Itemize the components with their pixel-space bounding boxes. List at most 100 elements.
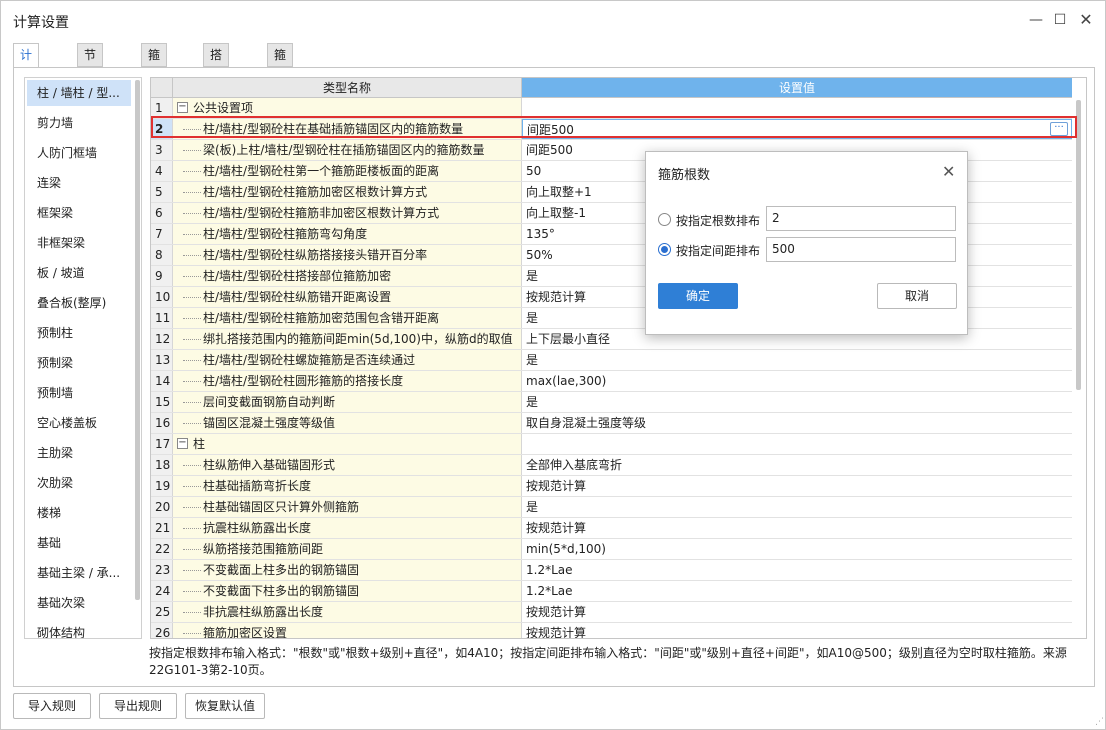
- sidebar-scrollbar[interactable]: [135, 80, 140, 600]
- row-setting-value[interactable]: 按规范计算: [522, 476, 1072, 496]
- row-setting-value[interactable]: 间距500 ···: [522, 119, 1072, 139]
- row-setting-value[interactable]: max(lae,300): [522, 371, 1072, 391]
- table-row[interactable]: 25 非抗震柱纵筋露出长度 按规范计算: [151, 602, 1072, 623]
- row-number: 21: [151, 518, 173, 538]
- import-rules-button[interactable]: 导入规则: [13, 693, 91, 719]
- row-type-name: 箍筋加密区设置: [173, 623, 522, 638]
- row-type-name: 不变截面上柱多出的钢筋锚固: [173, 560, 522, 580]
- row-type-name: 柱/墙柱/型钢砼柱螺旋箍筋是否连续通过: [173, 350, 522, 370]
- table-row[interactable]: 16 锚固区混凝土强度等级值 取自身混凝土强度等级: [151, 413, 1072, 434]
- ellipsis-button-icon[interactable]: ···: [1050, 122, 1068, 136]
- tree-line: [183, 297, 201, 298]
- table-row[interactable]: 19 柱基础插筋弯折长度 按规范计算: [151, 476, 1072, 497]
- dialog-cancel-button[interactable]: 取消: [877, 283, 957, 309]
- row-value-text: 取自身混凝土强度等级: [526, 416, 647, 430]
- table-row[interactable]: 26 箍筋加密区设置 按规范计算: [151, 623, 1072, 638]
- table-row[interactable]: 24 不变截面下柱多出的钢筋锚固 1.2*Lae: [151, 581, 1072, 602]
- table-row[interactable]: 22 纵筋搭接范围箍筋间距 min(5*d,100): [151, 539, 1072, 560]
- sidebar-item-column[interactable]: 柱 / 墙柱 / 型...: [27, 80, 131, 106]
- sidebar-item-precast-beam[interactable]: 预制梁: [27, 350, 131, 376]
- restore-defaults-button[interactable]: 恢复默认值: [185, 693, 265, 719]
- tree-line: [183, 171, 201, 172]
- collapse-icon[interactable]: −: [177, 102, 188, 113]
- row-number: 10: [151, 287, 173, 307]
- tab-node-settings[interactable]: 节点设置: [77, 43, 104, 128]
- maximize-icon[interactable]: ☐: [1049, 9, 1071, 31]
- sidebar-item-non-frame-beam[interactable]: 非框架梁: [27, 230, 131, 256]
- row-setting-value[interactable]: 按规范计算: [522, 602, 1072, 622]
- table-row[interactable]: 21 抗震柱纵筋露出长度 按规范计算: [151, 518, 1072, 539]
- dialog-title: 箍筋根数: [658, 168, 711, 183]
- row-setting-value[interactable]: [522, 98, 1072, 118]
- row-type-name: 绑扎搭接范围内的箍筋间距min(5d,100)中，纵筋d的取值: [173, 329, 522, 349]
- sidebar-item-foundation-secondary-beam[interactable]: 基础次梁: [27, 590, 131, 616]
- row-label: 不变截面下柱多出的钢筋锚固: [203, 584, 360, 598]
- radio-by-count[interactable]: [658, 213, 671, 226]
- row-setting-value[interactable]: 按规范计算: [522, 518, 1072, 538]
- grid-scrollbar[interactable]: [1076, 100, 1081, 390]
- row-label: 不变截面上柱多出的钢筋锚固: [203, 563, 360, 577]
- row-label: 柱基础锚固区只计算外侧箍筋: [203, 500, 360, 514]
- table-row[interactable]: 2 柱/墙柱/型钢砼柱在基础插筋锚固区内的箍筋数量 间距500 ···: [151, 119, 1072, 140]
- sidebar-item-civil-defense-frame[interactable]: 人防门框墙: [27, 140, 131, 166]
- tree-line: [183, 129, 201, 130]
- minimize-icon[interactable]: —: [1025, 9, 1047, 31]
- table-row[interactable]: 23 不变截面上柱多出的钢筋锚固 1.2*Lae: [151, 560, 1072, 581]
- sidebar-item-hollow-slab[interactable]: 空心楼盖板: [27, 410, 131, 436]
- dialog-ok-button[interactable]: 确定: [658, 283, 738, 309]
- row-type-name: 纵筋搭接范围箍筋间距: [173, 539, 522, 559]
- radio-by-spacing[interactable]: [658, 243, 671, 256]
- sidebar-item-coupling-beam[interactable]: 连梁: [27, 170, 131, 196]
- row-type-name: 非抗震柱纵筋露出长度: [173, 602, 522, 622]
- sidebar-item-precast-column[interactable]: 预制柱: [27, 320, 131, 346]
- sidebar-item-masonry[interactable]: 砌体结构: [27, 620, 131, 638]
- group-row[interactable]: 1− 公共设置项: [151, 98, 1072, 119]
- table-row[interactable]: 20 柱基础锚固区只计算外侧箍筋 是: [151, 497, 1072, 518]
- row-number: 15: [151, 392, 173, 412]
- sidebar-item-slab-ramp[interactable]: 板 / 坡道: [27, 260, 131, 286]
- group-row[interactable]: 17− 柱: [151, 434, 1072, 455]
- row-setting-value[interactable]: 1.2*Lae: [522, 560, 1072, 580]
- sidebar-item-precast-wall[interactable]: 预制墙: [27, 380, 131, 406]
- table-row[interactable]: 13 柱/墙柱/型钢砼柱螺旋箍筋是否连续通过 是: [151, 350, 1072, 371]
- dialog-close-icon[interactable]: ✕: [942, 162, 955, 181]
- tree-line: [183, 528, 201, 529]
- collapse-icon[interactable]: −: [177, 438, 188, 449]
- row-number: 18: [151, 455, 173, 475]
- sidebar-item-shear-wall[interactable]: 剪力墙: [27, 110, 131, 136]
- row-setting-value[interactable]: min(5*d,100): [522, 539, 1072, 559]
- sidebar-item-secondary-rib-beam[interactable]: 次肋梁: [27, 470, 131, 496]
- row-setting-value[interactable]: 是: [522, 392, 1072, 412]
- row-setting-value[interactable]: 1.2*Lae: [522, 581, 1072, 601]
- row-number: 20: [151, 497, 173, 517]
- row-setting-value[interactable]: 取自身混凝土强度等级: [522, 413, 1072, 433]
- row-setting-value[interactable]: 全部伸入基底弯折: [522, 455, 1072, 475]
- tab-stirrup-settings[interactable]: 箍筋设置: [141, 43, 168, 128]
- sidebar-item-foundation[interactable]: 基础: [27, 530, 131, 556]
- table-row[interactable]: 18 柱纵筋伸入基础锚固形式 全部伸入基底弯折: [151, 455, 1072, 476]
- row-type-name: 层间变截面钢筋自动判断: [173, 392, 522, 412]
- tab-stirrup-formula[interactable]: 箍筋公式: [267, 43, 294, 128]
- sidebar-item-frame-beam[interactable]: 框架梁: [27, 200, 131, 226]
- sidebar-item-stair[interactable]: 楼梯: [27, 500, 131, 526]
- resize-grip-icon[interactable]: ⋰: [1095, 717, 1105, 727]
- row-setting-value[interactable]: 是: [522, 350, 1072, 370]
- spacing-input[interactable]: 500: [766, 237, 956, 262]
- row-value-text: 1.2*Lae: [526, 563, 573, 577]
- tab-calc-rules[interactable]: 计算规则: [13, 43, 40, 128]
- group-label: 柱: [193, 437, 206, 451]
- row-number: 3: [151, 140, 173, 160]
- sidebar-item-main-rib-beam[interactable]: 主肋梁: [27, 440, 131, 466]
- row-setting-value[interactable]: 按规范计算: [522, 623, 1072, 638]
- close-icon[interactable]: ✕: [1075, 9, 1097, 31]
- row-setting-value[interactable]: 是: [522, 497, 1072, 517]
- count-input[interactable]: 2: [766, 206, 956, 231]
- table-row[interactable]: 15 层间变截面钢筋自动判断 是: [151, 392, 1072, 413]
- row-setting-value[interactable]: [522, 434, 1072, 454]
- sidebar-item-foundation-main-beam[interactable]: 基础主梁 / 承...: [27, 560, 131, 586]
- tab-lap-settings[interactable]: 搭接设置: [203, 43, 230, 128]
- export-rules-button[interactable]: 导出规则: [99, 693, 177, 719]
- tree-line: [183, 570, 201, 571]
- table-row[interactable]: 14 柱/墙柱/型钢砼柱圆形箍筋的搭接长度 max(lae,300): [151, 371, 1072, 392]
- sidebar-item-composite-slab[interactable]: 叠合板(整厚): [27, 290, 131, 316]
